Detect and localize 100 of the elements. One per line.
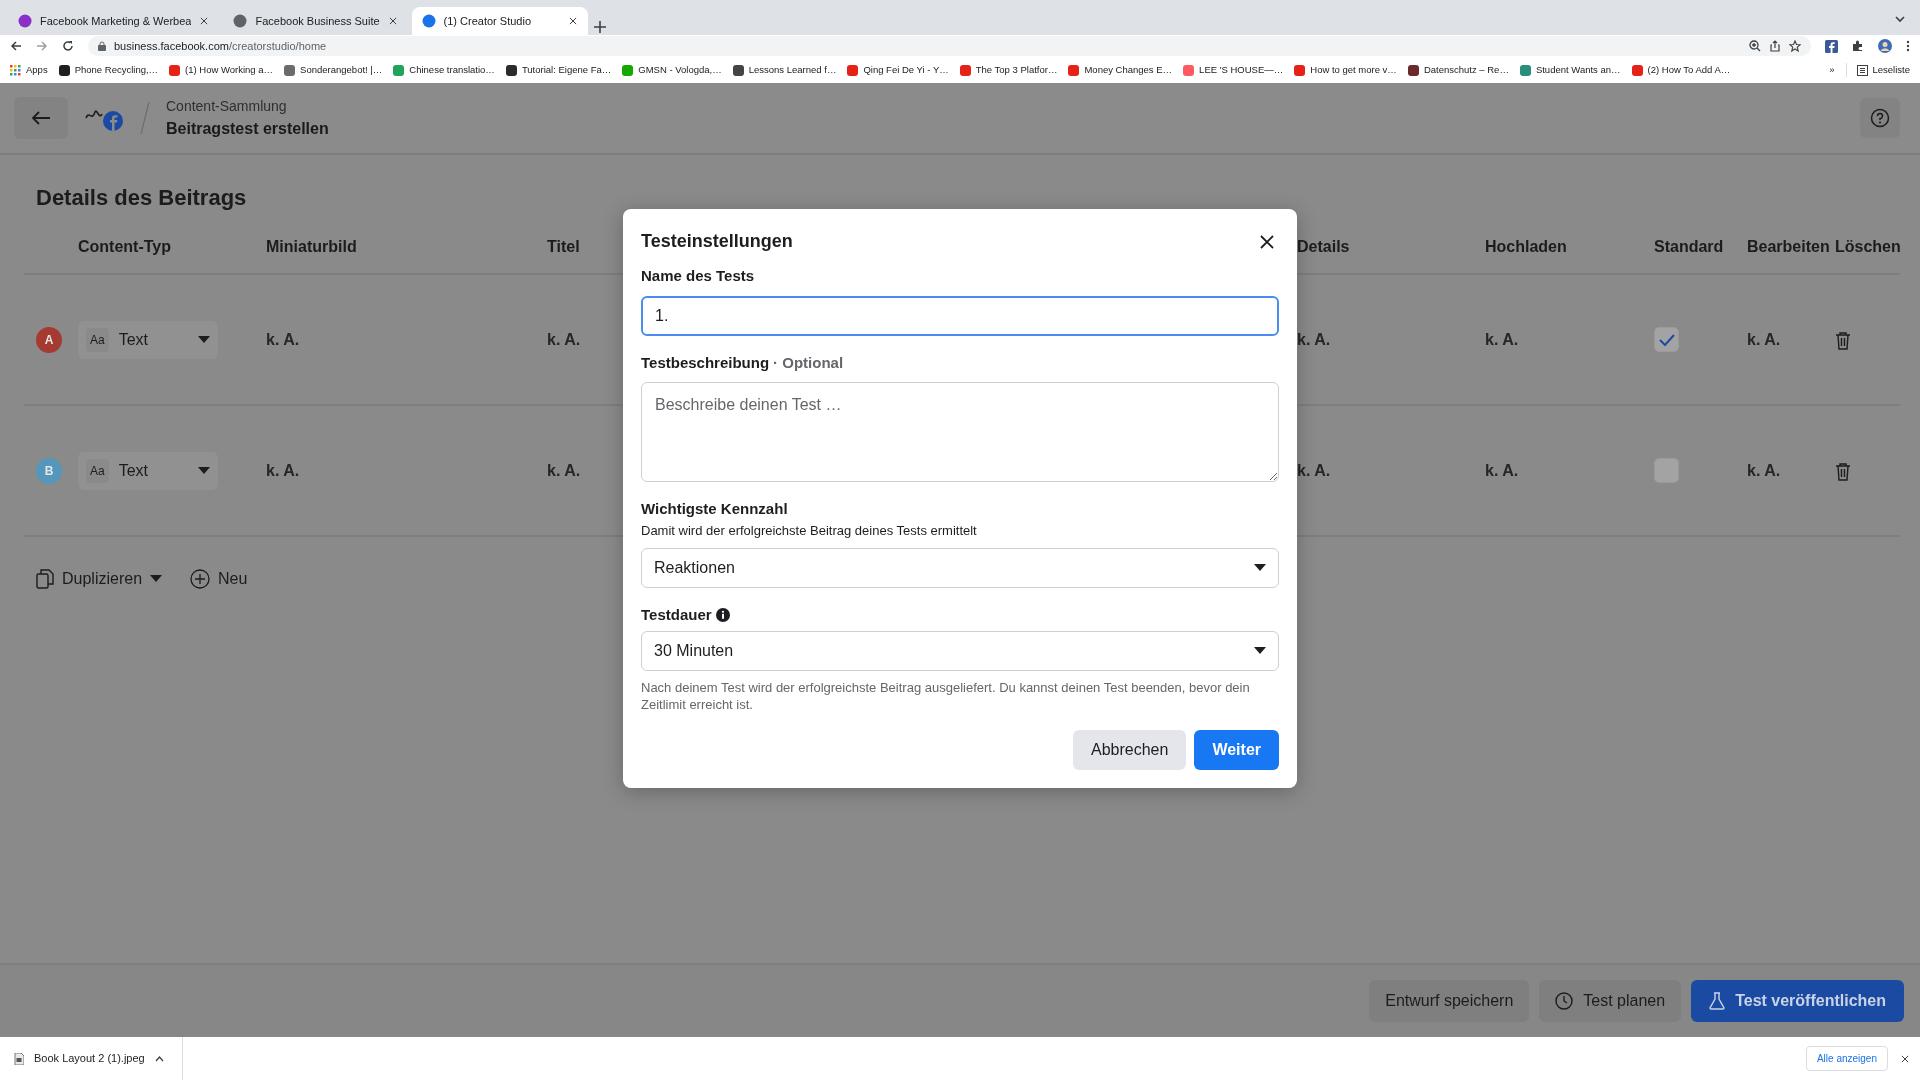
column-header: Bearbeiten (1747, 236, 1830, 257)
table-cell-text: k. A. (547, 460, 582, 481)
next-button[interactable]: Weiter (1194, 729, 1279, 770)
info-icon (715, 608, 730, 623)
url-text: business.facebook.com/creatorstudio/home (114, 38, 327, 54)
publish-button[interactable]: Test veröffentlichen (1691, 980, 1904, 1022)
bookmark-item[interactable]: Apps (10, 62, 48, 78)
schedule-button[interactable]: Test planen (1539, 980, 1682, 1022)
variant-avatar: B (36, 457, 62, 484)
browser-tab[interactable]: (1) Creator Studio (411, 7, 588, 35)
breadcrumb-text: Content-Sammlung (166, 96, 288, 116)
back-arrow-icon (31, 110, 51, 126)
trash-icon[interactable] (1835, 330, 1851, 350)
caret-icon (198, 466, 210, 475)
close-icon[interactable] (387, 16, 398, 26)
name-input[interactable]: 1. (641, 295, 1279, 336)
table-cell-text: k. A. (1297, 329, 1332, 350)
bookmark-item[interactable]: Phone Recycling,… (58, 62, 159, 78)
description-input[interactable]: Beschreibe deinen Test … (641, 382, 1279, 482)
file-icon (14, 1052, 24, 1065)
bookmark-item[interactable]: How to get more v… (1294, 62, 1397, 78)
column-header: Content-Typ (78, 236, 171, 257)
more-menu-icon[interactable] (1906, 40, 1910, 52)
table-cell-text: k. A. (1485, 329, 1520, 350)
table-cell-text: k. A. (1485, 460, 1520, 481)
caret-icon (150, 575, 163, 583)
new-tab-icon[interactable] (591, 19, 608, 35)
address-bar[interactable]: business.facebook.com/creatorstudio/home (88, 36, 1811, 56)
cancel-button[interactable]: Abbrechen (1073, 729, 1187, 770)
reading-list-button[interactable]: Leseliste (1845, 62, 1910, 78)
standard-checkbox[interactable] (1654, 458, 1679, 483)
apps-grid-icon (10, 64, 21, 76)
duration-dropdown[interactable]: 30 Minuten (641, 630, 1279, 671)
content-type-dropdown[interactable]: Aa Text (78, 320, 218, 359)
caret-icon (198, 335, 210, 344)
column-header: Hochladen (1485, 236, 1567, 257)
table-cell-text: k. A. (547, 329, 582, 350)
extension-icon[interactable] (1825, 39, 1838, 53)
plus-circle-icon (190, 569, 211, 589)
bookmark-item[interactable]: Sonderangebot! |… (284, 62, 383, 78)
browser-tab[interactable]: Facebook Marketing & Werbea (8, 7, 220, 35)
bookmark-item[interactable]: The Top 3 Platfor… (959, 62, 1058, 78)
puzzle-icon[interactable] (1852, 40, 1864, 52)
copy-icon (36, 569, 54, 589)
close-icon[interactable] (199, 16, 210, 26)
bookmark-item[interactable]: Chinese translatio… (393, 62, 495, 78)
bookmark-item[interactable]: LEE 'S HOUSE—… (1183, 62, 1284, 78)
close-icon[interactable] (567, 16, 578, 26)
star-icon[interactable] (1789, 40, 1801, 52)
field-label: Name des Tests (641, 266, 756, 286)
more-bookmarks[interactable]: » (1829, 62, 1835, 78)
list-icon (1856, 64, 1868, 76)
table-cell-text: k. A. (266, 460, 301, 481)
column-header: Titel (547, 236, 580, 257)
bookmark-item[interactable]: Money Changes E… (1068, 62, 1173, 78)
zoom-icon[interactable] (1749, 40, 1761, 52)
standard-checkbox[interactable] (1654, 327, 1679, 352)
help-button[interactable] (1860, 98, 1900, 138)
help-icon (1870, 108, 1890, 128)
column-header: Standard (1654, 236, 1724, 257)
caret-icon (1254, 564, 1266, 572)
save-draft-button[interactable]: Entwurf speichern (1369, 980, 1530, 1022)
chevron-down-icon[interactable] (1894, 13, 1906, 25)
download-item[interactable]: Book Layout 2 (1).jpeg (14, 1037, 183, 1080)
reload-icon[interactable] (62, 40, 74, 52)
field-label: Wichtigste Kennzahl (641, 499, 789, 519)
text-type-icon: Aa (86, 327, 109, 352)
browser-tab[interactable]: Facebook Business Suite (223, 7, 408, 35)
bookmark-item[interactable]: GMSN - Vologda,… (622, 62, 722, 78)
bookmark-item[interactable]: Datenschutz – Re… (1407, 62, 1509, 78)
new-button[interactable]: Neu (190, 567, 248, 591)
hint-text: Nach deinem Test wird der erfolgreichste Beitrag ausgeliefert. Du kannst deinen Test beenden, bevor dein Zeitlimit erreicht ist. (641, 678, 1251, 714)
section-title: Details des Beitrags (36, 184, 248, 212)
text-type-icon: Aa (86, 458, 109, 483)
bookmark-item[interactable]: Qing Fei De Yi - Y… (847, 62, 949, 78)
duplicate-button[interactable]: Duplizieren (36, 567, 163, 591)
column-header: Miniaturbild (266, 236, 357, 257)
share-icon[interactable] (1769, 40, 1781, 52)
content-type-dropdown[interactable]: Aa Text (78, 451, 218, 490)
bookmark-item[interactable]: (1) How Working a… (169, 62, 274, 78)
back-arrow-icon[interactable] (10, 40, 22, 52)
profile-avatar-icon[interactable] (1878, 39, 1892, 53)
lock-icon (98, 41, 106, 51)
bookmark-item[interactable]: (2) How To Add A… (1631, 62, 1731, 78)
table-cell-text: k. A. (1747, 460, 1782, 481)
bookmark-item[interactable]: Student Wants an… (1519, 62, 1621, 78)
table-cell-text: k. A. (1297, 460, 1332, 481)
close-icon[interactable] (1900, 1053, 1910, 1064)
page-title: Beitragstest erstellen (166, 118, 329, 139)
optional-note: · Optional (773, 352, 844, 373)
help-text: Damit wird der erfolgreichste Beitrag deines Tests ermittelt (641, 521, 978, 540)
divider-slash-icon (140, 101, 150, 135)
bookmark-item[interactable]: Tutorial: Eigene Fa… (505, 62, 612, 78)
show-all-button[interactable]: Alle anzeigen (1805, 1046, 1888, 1071)
check-icon (1658, 333, 1675, 346)
trash-icon[interactable] (1835, 461, 1851, 481)
bookmark-item[interactable]: Lessons Learned f… (732, 62, 837, 78)
back-button[interactable] (14, 97, 68, 139)
metric-dropdown[interactable]: Reaktionen (641, 548, 1279, 588)
caret-icon (1254, 646, 1266, 655)
